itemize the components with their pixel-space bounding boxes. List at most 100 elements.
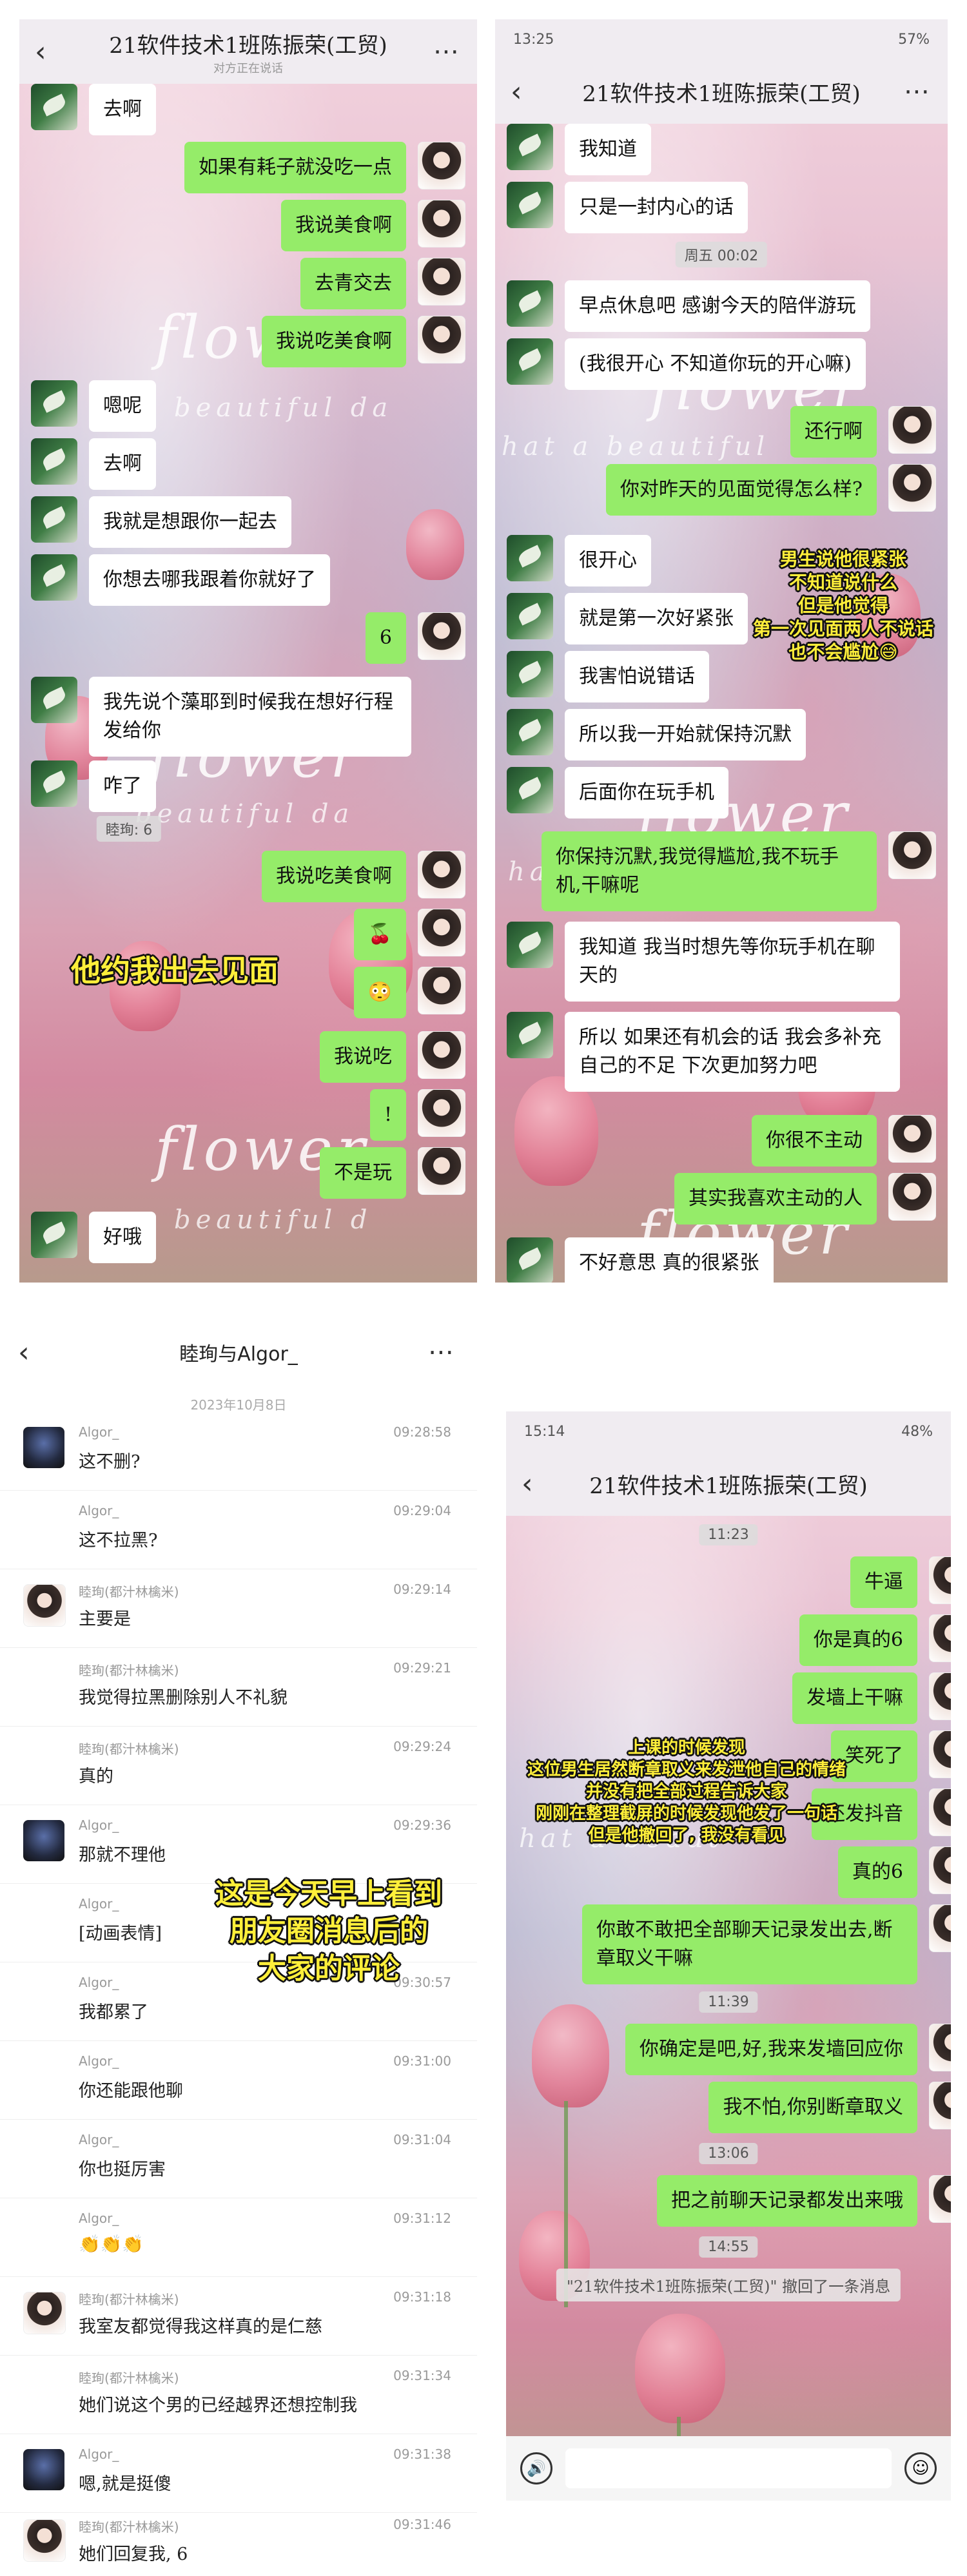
back-icon[interactable]: ‹: [511, 75, 522, 108]
self-avatar[interactable]: [418, 142, 465, 189]
message-bubble[interactable]: 我说吃: [320, 1031, 406, 1083]
message-bubble[interactable]: 我害怕说错话: [565, 651, 709, 702]
message-bubble[interactable]: 很开心: [565, 535, 651, 586]
self-avatar[interactable]: [929, 1904, 951, 1952]
contact-avatar[interactable]: [507, 1237, 553, 1283]
self-avatar[interactable]: [929, 2175, 951, 2223]
contact-avatar[interactable]: [507, 535, 553, 581]
message-bubble[interactable]: 发墙上干嘛: [792, 1672, 917, 1724]
message-bubble[interactable]: 好哦: [89, 1212, 156, 1263]
message-bubble[interactable]: 我说吃美食啊: [262, 851, 406, 902]
self-avatar[interactable]: [888, 406, 936, 454]
message-bubble[interactable]: 我说美食啊: [281, 200, 406, 251]
message-bubble[interactable]: 所以 如果还有机会的话 我会多补充自己的不足 下次更加努力吧: [565, 1012, 900, 1092]
contact-avatar[interactable]: [507, 338, 553, 385]
more-icon[interactable]: ⋯: [433, 37, 460, 66]
back-icon[interactable]: ‹: [18, 1336, 30, 1369]
self-avatar[interactable]: [929, 1788, 951, 1836]
message-bubble[interactable]: 🍒: [353, 909, 406, 960]
contact-avatar[interactable]: [31, 380, 77, 427]
emoji-icon[interactable]: ☺: [904, 2452, 937, 2484]
more-icon[interactable]: ⋯: [428, 1337, 455, 1367]
comment-item[interactable]: 睦珣(都汁林檎米) 09:29:24 真的: [0, 1726, 477, 1805]
message-bubble[interactable]: 牛逼: [850, 1556, 917, 1608]
message-bubble[interactable]: 嗯呢: [89, 380, 156, 432]
comment-item[interactable]: Algor_ 09:28:58 这不删?: [0, 1411, 477, 1491]
message-bubble[interactable]: 如果有耗子就没吃一点: [184, 142, 406, 193]
message-bubble[interactable]: 就是第一次好紧张: [565, 593, 748, 644]
self-avatar[interactable]: [929, 1730, 951, 1778]
self-avatar[interactable]: [418, 316, 465, 363]
contact-avatar[interactable]: [507, 922, 553, 968]
message-bubble[interactable]: (我很开心 不知道你玩的开心嘛): [565, 338, 866, 390]
message-bubble[interactable]: 你确定是吧,好,我来发墙回应你: [625, 2024, 917, 2075]
comment-item[interactable]: Algor_ 09:29:36 那就不理他: [0, 1805, 477, 1884]
self-avatar[interactable]: [418, 1089, 465, 1137]
self-avatar[interactable]: [888, 1173, 936, 1221]
message-bubble[interactable]: 真的6: [837, 1846, 917, 1898]
message-bubble[interactable]: 去啊: [89, 84, 156, 135]
contact-avatar[interactable]: [507, 767, 553, 813]
self-avatar[interactable]: [929, 1556, 951, 1604]
message-bubble[interactable]: 咋了: [89, 760, 156, 812]
message-bubble[interactable]: 你很不主动: [752, 1115, 877, 1167]
message-bubble[interactable]: 你保持沉默,我觉得尴尬,我不玩手机,干嘛呢: [542, 831, 877, 911]
self-avatar[interactable]: [888, 831, 936, 879]
comment-item[interactable]: 睦珣(都汁林檎米) 09:29:21 我觉得拉黑删除别人不礼貌: [0, 1647, 477, 1727]
comment-item[interactable]: Algor_ 09:29:04 这不拉黑?: [0, 1490, 477, 1569]
message-bubble[interactable]: !: [369, 1089, 406, 1141]
comment-item[interactable]: Algor_ 09:31:00 你还能跟他聊: [0, 2040, 477, 2120]
comment-item[interactable]: Algor_ 09:31:04 你也挺厉害: [0, 2119, 477, 2198]
message-bubble[interactable]: 不好意思 真的很紧张: [565, 1237, 774, 1283]
commenter-avatar[interactable]: [23, 2292, 66, 2334]
self-avatar[interactable]: [418, 967, 465, 1014]
message-bubble[interactable]: 还行啊: [790, 406, 877, 458]
self-avatar[interactable]: [418, 258, 465, 305]
commenter-avatar[interactable]: [23, 2519, 66, 2562]
contact-avatar[interactable]: [507, 593, 553, 639]
commenter-avatar[interactable]: [23, 1584, 66, 1627]
contact-avatar[interactable]: [31, 1212, 77, 1258]
message-bubble[interactable]: 你敢不敢把全部聊天记录发出去,断章取义干嘛: [582, 1904, 917, 1984]
self-avatar[interactable]: [929, 2082, 951, 2129]
message-bubble[interactable]: 其实我喜欢主动的人: [674, 1173, 877, 1225]
comment-item[interactable]: 睦珣(都汁林檎米) 09:29:14 主要是: [0, 1569, 477, 1648]
message-bubble[interactable]: 所以我一开始就保持沉默: [565, 709, 806, 760]
message-bubble[interactable]: 我说吃美食啊: [262, 316, 406, 367]
contact-avatar[interactable]: [507, 709, 553, 755]
comment-item[interactable]: Algor_ 09:31:38 嗯,就是挺傻: [0, 2434, 477, 2513]
contact-avatar[interactable]: [31, 554, 77, 601]
self-avatar[interactable]: [418, 909, 465, 956]
message-bubble[interactable]: 你想去哪我跟着你就好了: [89, 554, 330, 606]
more-icon[interactable]: ⋯: [904, 77, 931, 106]
message-bubble[interactable]: 😳: [353, 967, 406, 1018]
self-avatar[interactable]: [418, 1031, 465, 1079]
contact-avatar[interactable]: [507, 182, 553, 228]
self-avatar[interactable]: [418, 612, 465, 660]
message-bubble[interactable]: 把之前聊天记录都发出来哦: [657, 2175, 917, 2227]
comment-item[interactable]: 睦珣(都汁林檎米) 09:31:46 她们回复我, 6: [0, 2504, 477, 2576]
self-avatar[interactable]: [888, 1115, 936, 1163]
back-icon[interactable]: ‹: [35, 35, 46, 68]
message-bubble[interactable]: 我先说个藻耶到时候我在想好行程发给你: [89, 677, 411, 757]
self-avatar[interactable]: [929, 1672, 951, 1720]
back-icon[interactable]: ‹: [522, 1467, 533, 1500]
self-avatar[interactable]: [929, 1614, 951, 1662]
message-bubble[interactable]: 去啊: [89, 438, 156, 490]
self-avatar[interactable]: [418, 1147, 465, 1195]
contact-avatar[interactable]: [31, 677, 77, 723]
self-avatar[interactable]: [929, 1846, 951, 1894]
comment-item[interactable]: 睦珣(都汁林檎米) 09:31:18 我室友都觉得我这样真的是仁慈: [0, 2276, 477, 2356]
message-bubble[interactable]: 我就是想跟你一起去: [89, 496, 291, 548]
comment-item[interactable]: Algor_ 09:31:12 👏👏👏: [0, 2198, 477, 2277]
message-bubble[interactable]: 去青交去: [300, 258, 406, 309]
message-bubble[interactable]: 我知道: [565, 124, 651, 175]
self-avatar[interactable]: [929, 2024, 951, 2071]
commenter-avatar[interactable]: [23, 1820, 64, 1861]
message-bubble[interactable]: 我不怕,你别断章取义: [708, 2082, 917, 2133]
message-bubble[interactable]: 6: [365, 612, 406, 664]
commenter-avatar[interactable]: [23, 1427, 64, 1468]
contact-avatar[interactable]: [31, 84, 77, 130]
contact-avatar[interactable]: [507, 280, 553, 327]
comment-item[interactable]: 睦珣(都汁林檎米) 09:31:34 她们说这个男的已经越界还想控制我: [0, 2355, 477, 2434]
